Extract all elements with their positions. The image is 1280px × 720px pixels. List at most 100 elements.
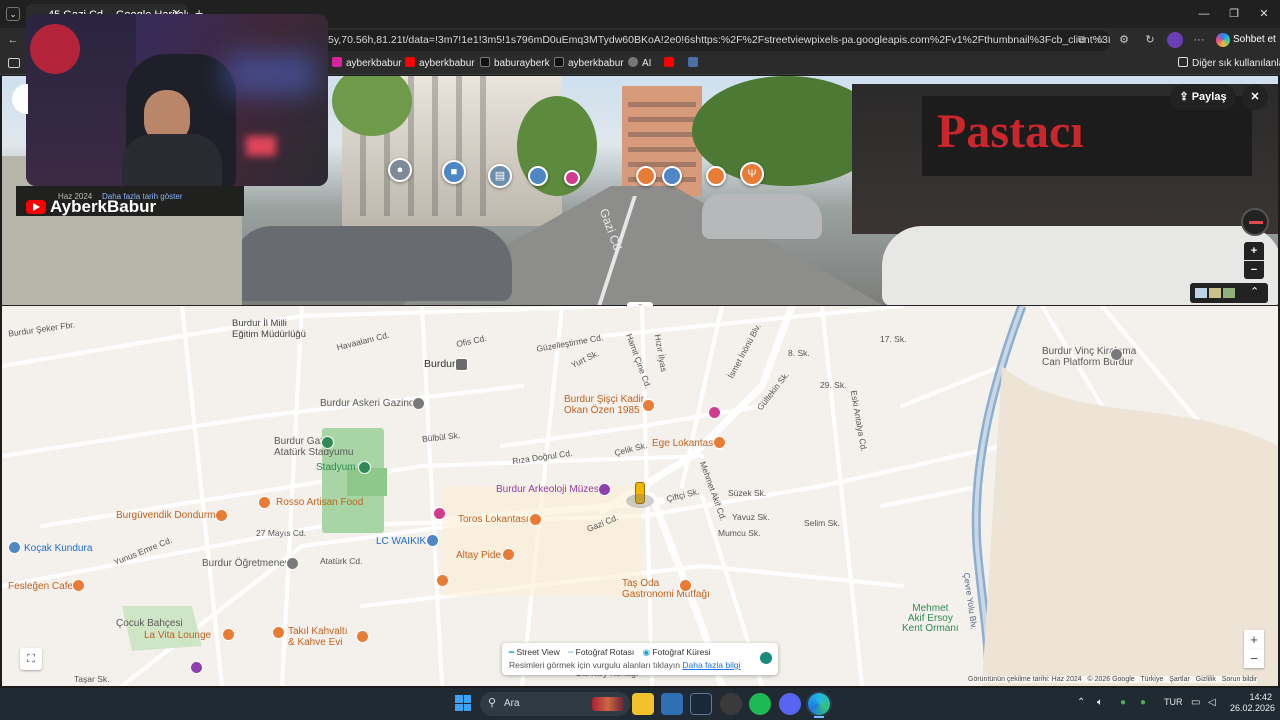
spotify-icon[interactable] (749, 693, 771, 715)
compass-icon[interactable] (1241, 208, 1269, 236)
privacy-link[interactable]: Gizlilik (1196, 676, 1216, 683)
status-icon[interactable]: ● (1120, 697, 1126, 708)
bookmark-tiktok[interactable]: ayberkbabur (554, 56, 624, 72)
minimize-icon[interactable]: — (1196, 6, 1212, 22)
edge-icon[interactable] (808, 693, 830, 715)
poi-pin-icon[interactable] (433, 507, 446, 520)
shopping-pin-icon[interactable] (662, 166, 682, 186)
language-indicator[interactable]: TUR (1164, 697, 1183, 707)
tray-expand-icon[interactable]: ⌃ (1077, 697, 1085, 708)
share-button[interactable]: ⇪ Paylaş (1170, 84, 1236, 110)
restaurant-pin-icon[interactable] (222, 628, 235, 641)
more-info-link[interactable]: Daha fazla bilgi (682, 660, 740, 670)
legend-street-view: Street View (516, 647, 560, 657)
museum-pin-icon[interactable] (598, 483, 611, 496)
microphone-icon[interactable]: ● (1140, 697, 1146, 708)
bookmark-youtube[interactable]: ayberkbabur (405, 56, 475, 72)
poi-pin-icon[interactable] (190, 661, 203, 674)
restaurant-pin-icon[interactable]: Ψ (740, 162, 764, 186)
map-view[interactable]: Burdur Şeker Fbr. Burdur İl Milli Eğitim… (2, 306, 1278, 686)
split-screen-icon[interactable]: ⧉ (1074, 32, 1090, 48)
photos-icon[interactable] (661, 693, 683, 715)
restaurant-pin-icon[interactable] (272, 626, 285, 639)
other-bookmarks-folder[interactable]: Diğer sık kullanılanlar (1178, 56, 1280, 72)
shopping-pin-icon[interactable] (8, 541, 21, 554)
poi-pin-icon[interactable] (708, 406, 721, 419)
close-street-view-button[interactable]: ✕ (1242, 84, 1268, 110)
poi-pin-icon[interactable]: ▤ (488, 164, 512, 188)
restaurant-pin-icon[interactable] (436, 574, 449, 587)
town-hall-icon[interactable] (455, 358, 468, 371)
bookmark-youtube-2[interactable] (664, 56, 678, 72)
country-link[interactable]: Türkiye (1140, 676, 1163, 683)
photo-sphere-icon: ◉ (642, 647, 653, 657)
restaurant-pin-icon[interactable] (679, 579, 692, 592)
restaurant-pin-icon[interactable] (713, 436, 726, 449)
map-zoom-in-button[interactable]: + (1244, 630, 1264, 649)
restaurant-pin-icon[interactable] (706, 166, 726, 186)
shopping-pin-icon[interactable] (528, 166, 548, 186)
restaurant-label: Rosso Artisan Food (276, 497, 364, 508)
restaurant-pin-icon[interactable] (502, 548, 515, 561)
folder-icon (1178, 57, 1188, 67)
street-label: Süzek Sk. (728, 488, 767, 498)
more-menu-icon[interactable]: ··· (1191, 32, 1207, 48)
bookmark-x[interactable]: baburayberk (480, 56, 550, 72)
map-thumbnail-strip[interactable]: ⌃ (1190, 283, 1268, 303)
map-zoom-out-button[interactable]: − (1244, 649, 1264, 668)
restaurant-pin-icon[interactable] (356, 630, 369, 643)
restaurant-pin-icon[interactable] (642, 399, 655, 412)
clock[interactable]: 14:42 26.02.2026 (1230, 692, 1275, 714)
place-pin-icon[interactable] (1110, 348, 1123, 361)
report-link[interactable]: Sorun bildir (1222, 676, 1257, 683)
thumbnail-icon (1195, 288, 1207, 298)
tab-actions-icon[interactable]: ⌄ (6, 7, 20, 21)
restaurant-pin-icon[interactable] (215, 509, 228, 522)
street-label: 8. Sk. (788, 348, 810, 358)
poi-pin-icon[interactable]: ● (388, 158, 412, 182)
address-bar[interactable]: 5y,70.56h,81.21t/data=!3m7!1e1!3m5!1s796… (320, 30, 1110, 51)
window-close-icon[interactable]: ✕ (1256, 6, 1272, 22)
restaurant-label: Altay Pide (456, 550, 502, 561)
taskbar-search[interactable]: ⚲ Ara (480, 692, 630, 716)
bookmark-label: baburayberk (494, 58, 550, 69)
restaurant-pin-icon[interactable] (529, 513, 542, 526)
history-icon[interactable]: ↻ (1142, 32, 1158, 48)
restaurant-pin-icon[interactable] (636, 166, 656, 186)
favorite-star-icon[interactable]: ☆ (1092, 32, 1108, 48)
profile-avatar[interactable] (1167, 32, 1183, 48)
file-explorer-icon[interactable] (632, 693, 654, 715)
thumbnail-icon (1209, 288, 1221, 298)
shopping-pin-icon[interactable] (426, 534, 439, 547)
stadium-pin-icon[interactable] (321, 436, 334, 449)
copilot-button[interactable]: Sohbet et (1213, 30, 1276, 50)
active-indicator (814, 716, 824, 718)
bookmark-extra[interactable] (688, 56, 702, 72)
terms-link[interactable]: Şartlar (1169, 676, 1190, 683)
restaurant-pin-icon[interactable] (258, 496, 271, 509)
legend-toggle-icon[interactable] (760, 652, 772, 664)
webcam-overlay (26, 14, 328, 186)
bookmark-instagram[interactable]: ayberkbabur (332, 56, 402, 72)
zoom-out-button[interactable]: − (1244, 261, 1264, 279)
start-icon[interactable] (455, 695, 471, 711)
speaker-icon[interactable]: ◁ (1208, 697, 1216, 708)
hotel-pin-icon[interactable] (286, 557, 299, 570)
restaurant-pin-icon[interactable] (72, 579, 85, 592)
volume-icon[interactable]: 🔈︎ (1097, 697, 1103, 708)
poi-pin-icon[interactable] (564, 170, 580, 186)
discord-icon[interactable] (779, 693, 801, 715)
fullscreen-icon[interactable]: ⛶ (20, 648, 42, 670)
back-icon[interactable]: ← (5, 32, 21, 48)
bookmark-ai[interactable]: AI (628, 56, 651, 72)
zoom-in-button[interactable]: + (1244, 242, 1264, 260)
stadium-pin-icon[interactable] (358, 461, 371, 474)
maximize-icon[interactable]: ❐ (1226, 6, 1242, 22)
extensions-icon[interactable]: ⚙ (1116, 32, 1132, 48)
network-icon[interactable]: ▭ (1191, 697, 1200, 708)
obs-icon[interactable] (720, 693, 742, 715)
tab-search-icon[interactable] (8, 58, 20, 68)
shopping-pin-icon[interactable]: ■ (442, 160, 466, 184)
place-pin-icon[interactable] (412, 397, 425, 410)
steam-icon[interactable] (690, 693, 712, 715)
